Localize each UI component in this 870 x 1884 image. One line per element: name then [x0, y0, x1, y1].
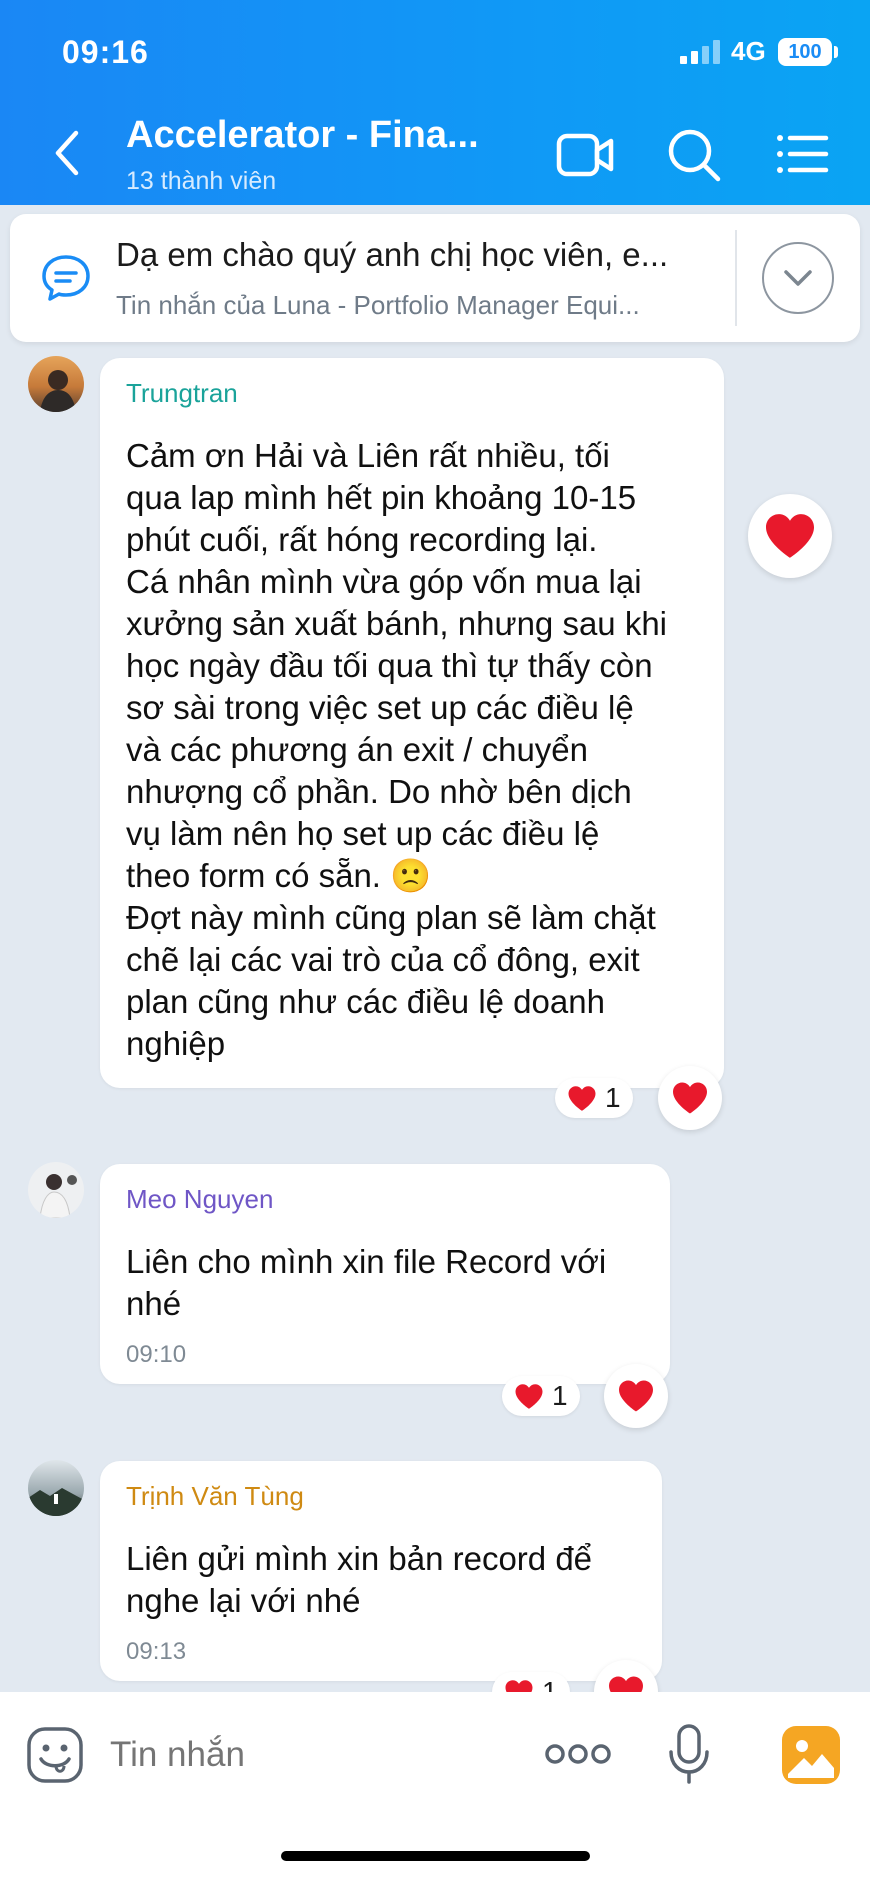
heart-icon [568, 1085, 596, 1111]
chat-bubble-icon [42, 255, 90, 301]
message-time: 09:13 [126, 1638, 187, 1665]
emoji-icon[interactable] [26, 1726, 84, 1784]
heart-icon [766, 514, 814, 558]
search-icon[interactable] [663, 124, 723, 184]
heart-icon [515, 1383, 543, 1409]
chat-header: 09:16 4G 100 Accelerator - Fina... 13 th… [0, 0, 870, 205]
message-input-bar [0, 1692, 870, 1884]
message-text: Liên gửi mình xin bản record để nghe lại… [126, 1540, 593, 1619]
avatar-meo-nguyen[interactable] [28, 1162, 84, 1218]
pinned-message[interactable]: Dạ em chào quý anh chị học viên, e... Ti… [10, 214, 860, 342]
reaction-count-value: 1 [605, 1082, 621, 1113]
avatar-trinh-van-tung[interactable] [28, 1460, 84, 1516]
avatar-trungtran[interactable] [28, 356, 84, 412]
heart-icon [619, 1380, 653, 1412]
menu-list-icon[interactable] [772, 124, 832, 184]
image-icon[interactable] [780, 1724, 842, 1786]
message-text: Liên cho mình xin file Record với nhé [126, 1243, 607, 1322]
battery-icon: 100 [778, 38, 832, 66]
video-call-icon[interactable] [555, 124, 615, 184]
more-icon[interactable] [545, 1742, 611, 1766]
message-time: 09:10 [126, 1341, 187, 1368]
react-heart-button[interactable] [604, 1364, 668, 1428]
message-bubble[interactable]: Meo Nguyen Liên cho mình xin file Record… [100, 1164, 670, 1384]
divider [735, 230, 737, 326]
expand-pinned-button[interactable] [762, 242, 834, 314]
avatar-photo [39, 1174, 77, 1218]
avatar-photo [40, 370, 76, 412]
sender-name[interactable]: Meo Nguyen [126, 1184, 644, 1215]
microphone-icon[interactable] [664, 1722, 714, 1786]
heart-icon [673, 1082, 707, 1114]
message-bubble[interactable]: Trịnh Văn Tùng Liên gửi mình xin bản rec… [100, 1461, 662, 1681]
react-heart-button[interactable] [658, 1066, 722, 1130]
chevron-down-icon [784, 270, 812, 286]
group-title[interactable]: Accelerator - Fina... [126, 114, 479, 157]
message-text: Cảm ơn Hải và Liên rất nhiều, tối qua la… [126, 437, 668, 1062]
react-heart-button[interactable] [748, 494, 832, 578]
signal-icon [680, 40, 720, 64]
back-icon[interactable] [48, 125, 88, 181]
message-bubble[interactable]: Trungtran Cảm ơn Hải và Liên rất nhiều, … [100, 358, 724, 1088]
reaction-count[interactable]: 1 [502, 1376, 580, 1416]
battery-tip [834, 46, 838, 58]
sender-name[interactable]: Trungtran [126, 378, 698, 409]
member-count[interactable]: 13 thành viên [126, 167, 276, 196]
network-label: 4G [731, 36, 766, 66]
home-indicator [281, 1851, 590, 1861]
avatar-photo [28, 1488, 84, 1516]
message-input[interactable] [110, 1728, 510, 1782]
pinned-text: Dạ em chào quý anh chị học viên, e... [116, 236, 669, 273]
reaction-count-value: 1 [552, 1380, 568, 1411]
sender-name[interactable]: Trịnh Văn Tùng [126, 1481, 636, 1512]
status-time: 09:16 [62, 34, 149, 70]
pinned-source: Tin nhắn của Luna - Portfolio Manager Eq… [116, 290, 640, 320]
reaction-count[interactable]: 1 [555, 1078, 633, 1118]
